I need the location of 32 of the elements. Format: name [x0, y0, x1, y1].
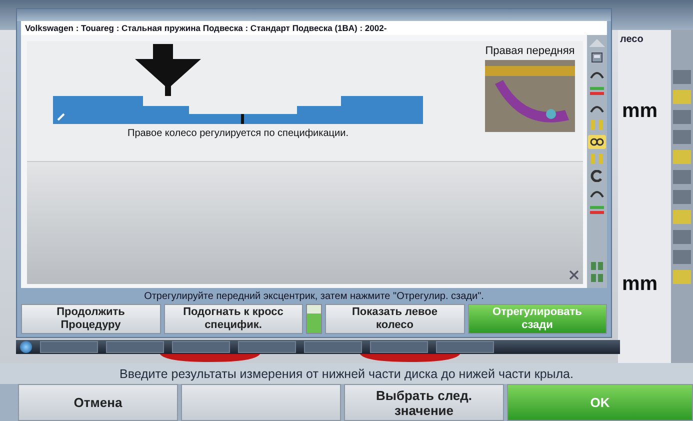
action-button[interactable]: Продолжить Процедуру: [21, 304, 160, 334]
reading-value: mm: [622, 273, 659, 296]
start-button-icon[interactable]: [20, 341, 32, 353]
taskbar-button[interactable]: [436, 341, 494, 353]
bracket-icon: [589, 153, 605, 165]
tool-item[interactable]: [588, 135, 606, 149]
action-button[interactable]: Показать левое колесо: [325, 304, 464, 334]
action-button[interactable]: Выбрать след. значение: [344, 384, 504, 421]
meter-icon: [589, 85, 605, 97]
horseshoe-icon: [589, 170, 605, 182]
blank-button[interactable]: [181, 384, 341, 421]
crossed-tool-icon[interactable]: [568, 269, 580, 281]
action-button[interactable]: Отмена: [18, 384, 178, 421]
instruction-text: Введите результаты измерения от нижней части диска до нижей части крыла.: [0, 363, 693, 384]
status-message: Правое колесо регулируется по спецификации.: [128, 128, 348, 139]
taskbar-button[interactable]: [370, 341, 428, 353]
taskbar-button[interactable]: [304, 341, 362, 353]
position-label: Правая передняя: [485, 45, 575, 57]
meter-icon: [589, 204, 605, 216]
connector-icon[interactable]: [589, 260, 605, 284]
instruction-text: Отрегулируйте передний эксцентрик, затем нажмите "Отрегулир. сзади".: [143, 290, 485, 304]
taskbar-button[interactable]: [40, 341, 98, 353]
reading-value: mm: [622, 100, 659, 123]
breadcrumb-text: Volkswagen : Touareg : Стальная пружина Подвеска : Стандарт Подвеска (1BA) : 2002-: [21, 21, 607, 35]
taskbar-button[interactable]: [172, 341, 230, 353]
bracket-icon: [589, 119, 605, 131]
gauge-icon: [589, 51, 605, 63]
taskbar-button[interactable]: [238, 341, 296, 353]
header-label: лесо: [619, 33, 644, 47]
action-button[interactable]: Подогнать к кросс специфик.: [164, 304, 303, 334]
taskbar-button[interactable]: [106, 341, 164, 353]
bracket-icon: [589, 136, 605, 148]
